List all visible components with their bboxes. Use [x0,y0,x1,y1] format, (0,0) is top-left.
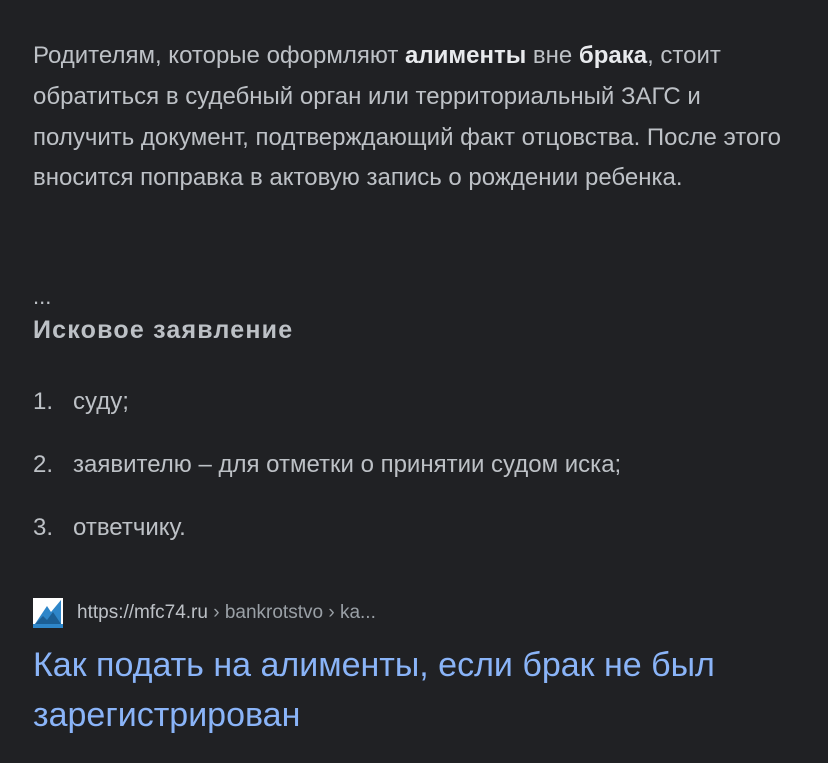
result-url[interactable]: https://mfc74.ru › bankrotstvo › ka... [77,602,376,624]
list-item: 1. суду; [33,382,621,445]
snippet-bold-alimenty: алименты [405,42,527,69]
section-heading: Исковое заявление [33,316,294,344]
snippet-text-2: вне [526,42,579,69]
result-source[interactable]: https://mfc74.ru › bankrotstvo › ka... [33,597,376,629]
list-item-number: 3. [33,514,54,541]
list-item: 2. заявителю – для отметки о принятии суд… [33,445,621,508]
result-title-link[interactable]: Как подать на алименты, если брак не был… [33,640,803,740]
mfc74-logo-icon [33,598,63,628]
snippet-ellipsis: ... [33,284,52,309]
list-item-text: ответчику. [73,514,186,541]
list-item: 3. ответчику. [33,508,621,571]
list-item-number: 2. [33,451,54,478]
snippet-text-1: Родителям, которые оформляют [33,42,405,69]
url-breadcrumbs: › bankrotstvo › ka... [207,602,376,623]
url-base: https://mfc74.ru [77,602,208,623]
list-item-text: суду; [73,388,129,415]
list-item-text: заявителю – для отметки о принятии судом… [73,451,622,478]
result-snippet: Родителям, которые оформляют алименты вн… [33,36,803,199]
snippet-bold-braka: брака [578,42,648,69]
list-item-number: 1. [33,388,54,415]
numbered-list: 1. суду; 2. заявителю – для отметки о прин… [33,382,621,571]
